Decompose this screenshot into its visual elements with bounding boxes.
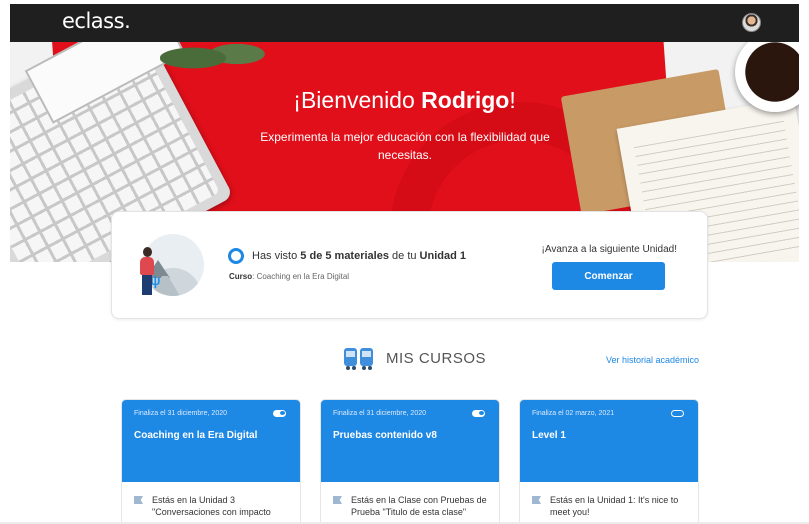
materials-count: 5 de 5 materiales [300,250,389,262]
course-status: Estás en la Unidad 1: It's nice to meet … [550,495,679,517]
flag-icon [532,496,541,504]
plant-image [160,42,270,82]
flag-icon [333,496,342,504]
top-navigation-bar: eclass. [10,4,799,42]
academic-history-link[interactable]: Ver historial académico [606,355,699,365]
course-value: : Coaching en la Era Digital [252,272,350,281]
course-card[interactable]: Finaliza el 31 diciembre, 2020 Coaching … [121,399,301,524]
progress-ring-icon [228,248,244,264]
eclass-logo[interactable]: eclass. [62,9,131,33]
current-course-line: Curso: Coaching en la Era Digital [229,272,349,281]
course-status: Estás en la Clase con Pruebas de Prueba … [351,495,487,517]
course-toggle[interactable] [472,410,485,417]
person-illustration [140,247,154,295]
start-button[interactable]: Comenzar [552,262,665,290]
course-end-date: Finaliza el 31 diciembre, 2020 [134,410,227,417]
welcome-subtitle: Experimenta la mejor educación con la fl… [260,130,550,162]
course-card-header: Finaliza el 31 diciembre, 2020 Pruebas c… [321,400,499,482]
current-unit: Unidad 1 [419,250,466,262]
course-label: Curso [229,272,253,281]
course-card-header: Finaliza el 02 marzo, 2021 Level 1 [520,400,698,482]
course-toggle[interactable] [671,410,684,417]
progress-text: Has visto 5 de 5 materiales de tu Unidad… [252,250,466,262]
logo-dot: . [124,9,131,33]
course-name[interactable]: Pruebas contenido v8 [333,430,437,441]
course-end-date: Finaliza el 02 marzo, 2021 [532,410,615,417]
logo-text: eclass [62,9,125,33]
welcome-exclaim: ! [509,87,516,113]
flag-icon [134,496,143,504]
my-courses-title: MIS CURSOS [386,350,487,367]
course-name[interactable]: Coaching en la Era Digital [134,430,257,441]
user-avatar-icon[interactable] [742,13,761,32]
course-name[interactable]: Level 1 [532,430,566,441]
course-card[interactable]: Finaliza el 31 diciembre, 2020 Pruebas c… [320,399,500,524]
course-card[interactable]: Finaliza el 02 marzo, 2021 Level 1 Estás… [519,399,699,524]
unit-progress-card: ψ Has visto 5 de 5 materiales de tu Unid… [111,211,708,319]
course-status: Estás en la Unidad 3 "Conversaciones con… [152,495,271,517]
welcome-greeting: ¡Bienvenido [293,87,422,113]
course-end-date: Finaliza el 31 diciembre, 2020 [333,410,426,417]
next-unit-label: ¡Avanza a la siguiente Unidad! [541,244,677,255]
course-toggle[interactable] [273,410,286,417]
welcome-user-name: Rodrigo [421,87,510,113]
course-card-header: Finaliza el 31 diciembre, 2020 Coaching … [122,400,300,482]
bus-icon [344,348,374,370]
welcome-heading: ¡Bienvenido Rodrigo! [10,87,799,114]
